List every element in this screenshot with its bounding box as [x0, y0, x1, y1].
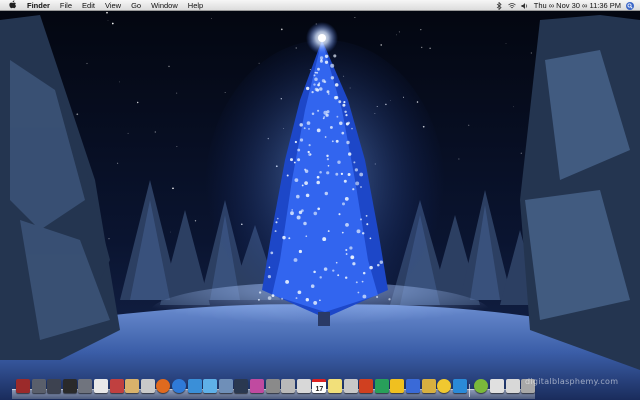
desktop-wallpaper — [0, 0, 640, 400]
rocket-icon[interactable] — [109, 379, 124, 393]
address-book-icon[interactable] — [140, 379, 155, 393]
menu-file[interactable]: File — [55, 0, 77, 11]
menu-view[interactable]: View — [100, 0, 126, 11]
window-icon[interactable] — [505, 379, 520, 393]
dock-separator — [469, 384, 471, 397]
terminal-icon[interactable] — [62, 379, 77, 393]
graphic-icon[interactable] — [359, 379, 374, 393]
itunes-icon[interactable] — [203, 379, 218, 393]
ical-icon[interactable]: 17 — [312, 379, 327, 393]
dictionary-icon[interactable] — [421, 379, 436, 393]
system-preferences-icon[interactable] — [265, 379, 280, 393]
disk-utility-icon[interactable] — [281, 379, 296, 393]
spotlight-search-icon[interactable] — [626, 1, 634, 10]
script-icon[interactable] — [296, 379, 311, 393]
menu-go[interactable]: Go — [126, 0, 146, 11]
vpn-icon[interactable] — [452, 379, 467, 393]
text-file-icon[interactable] — [94, 379, 108, 393]
search-tool-icon[interactable] — [343, 379, 358, 393]
menu-app-name[interactable]: Finder — [22, 0, 55, 11]
menu-window[interactable]: Window — [146, 0, 183, 11]
apple-logo-icon[interactable] — [8, 0, 17, 11]
menu-clock[interactable]: Thu ∞ Nov 30 ∞ 11:36 PM — [534, 0, 621, 11]
dashboard-icon[interactable] — [234, 379, 249, 393]
mail-icon[interactable] — [218, 379, 233, 393]
stickies-icon[interactable] — [328, 379, 342, 393]
monitor-icon[interactable] — [78, 379, 93, 393]
chat-icon[interactable] — [390, 379, 405, 393]
bluetooth-icon[interactable] — [495, 1, 503, 10]
photo-icon[interactable] — [125, 379, 140, 393]
photo-booth-icon[interactable] — [250, 379, 264, 393]
network-icon[interactable] — [490, 379, 504, 393]
pandora-icon[interactable] — [406, 379, 420, 393]
wifi-icon[interactable] — [507, 2, 516, 10]
folder-icon[interactable] — [31, 379, 46, 393]
volume-icon[interactable] — [521, 2, 529, 10]
menu-help[interactable]: Help — [183, 0, 208, 11]
menu-edit[interactable]: Edit — [77, 0, 100, 11]
quicktime-icon[interactable] — [187, 379, 202, 393]
code-editor-icon[interactable] — [374, 379, 389, 393]
preview-icon[interactable] — [47, 379, 62, 393]
menu-bar: Finder File Edit View Go Window Help Thu… — [0, 0, 640, 11]
finder-icon[interactable] — [16, 379, 30, 393]
watermark-text: digitalblasphemy.com — [525, 377, 619, 386]
safari-icon[interactable] — [172, 379, 186, 393]
dock: 17 — [12, 378, 536, 399]
